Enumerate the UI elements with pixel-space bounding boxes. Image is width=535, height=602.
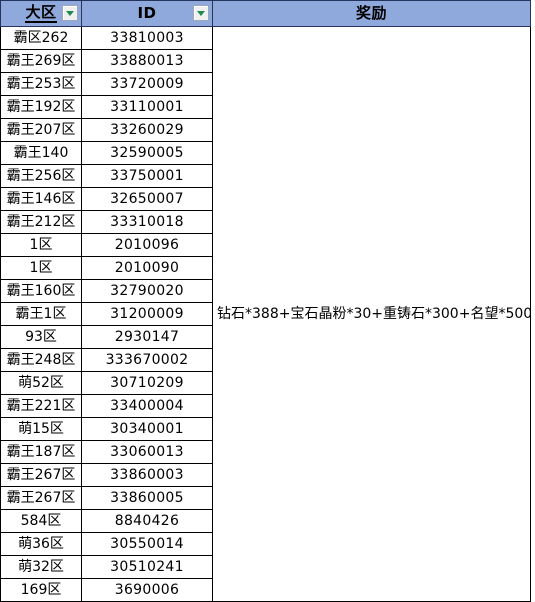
id-cell[interactable]: 33860003 xyxy=(81,463,213,487)
region-cell[interactable]: 霸王221区 xyxy=(0,394,82,418)
column-header-region[interactable]: 大区 xyxy=(0,0,82,27)
region-cell[interactable]: 霸王140 xyxy=(0,141,82,165)
reward-merged-cell[interactable]: 钻石*388+宝石晶粉*30+重铸石*300+名望*500 xyxy=(212,26,531,602)
region-cell[interactable]: 萌32区 xyxy=(0,555,82,579)
column-header-region-label: 大区 xyxy=(25,2,57,23)
region-cell[interactable]: 霸王187区 xyxy=(0,440,82,464)
region-cell[interactable]: 93区 xyxy=(0,325,82,349)
region-cell[interactable]: 584区 xyxy=(0,509,82,533)
id-cell[interactable]: 33750001 xyxy=(81,164,213,188)
column-header-id[interactable]: ID xyxy=(81,0,213,27)
region-cell[interactable]: 萌15区 xyxy=(0,417,82,441)
region-cell[interactable]: 169区 xyxy=(0,578,82,602)
region-cell[interactable]: 霸王1区 xyxy=(0,302,82,326)
region-cell[interactable]: 霸区262 xyxy=(0,26,82,50)
region-cell[interactable]: 霸王267区 xyxy=(0,463,82,487)
region-cell[interactable]: 霸王269区 xyxy=(0,49,82,73)
column-header-reward-label: 奖励 xyxy=(355,4,387,22)
region-cell[interactable]: 萌36区 xyxy=(0,532,82,556)
id-cell[interactable]: 32650007 xyxy=(81,187,213,211)
region-cell[interactable]: 霸王212区 xyxy=(0,210,82,234)
column-header-id-label: ID xyxy=(137,4,157,22)
id-cell[interactable]: 8840426 xyxy=(81,509,213,533)
id-cell[interactable]: 33060013 xyxy=(81,440,213,464)
id-cell[interactable]: 32790020 xyxy=(81,279,213,303)
filter-dropdown-icon-region[interactable] xyxy=(62,5,78,21)
id-cell[interactable]: 2010096 xyxy=(81,233,213,257)
id-cell[interactable]: 30550014 xyxy=(81,532,213,556)
id-cell[interactable]: 30710209 xyxy=(81,371,213,395)
region-cell[interactable]: 1区 xyxy=(0,233,82,257)
region-cell[interactable]: 霸王267区 xyxy=(0,486,82,510)
region-cell[interactable]: 霸王160区 xyxy=(0,279,82,303)
id-cell[interactable]: 333670002 xyxy=(81,348,213,372)
filter-dropdown-icon-id[interactable] xyxy=(193,5,209,21)
id-cell[interactable]: 33110001 xyxy=(81,95,213,119)
region-cell[interactable]: 霸王256区 xyxy=(0,164,82,188)
id-cell[interactable]: 33310018 xyxy=(81,210,213,234)
id-cell[interactable]: 33260029 xyxy=(81,118,213,142)
table-header: 大区 ID 奖励 xyxy=(0,0,531,27)
id-cell[interactable]: 31200009 xyxy=(81,302,213,326)
region-cell[interactable]: 霸王253区 xyxy=(0,72,82,96)
id-cell[interactable]: 33720009 xyxy=(81,72,213,96)
chevron-down-icon xyxy=(66,10,74,16)
id-cell[interactable]: 33400004 xyxy=(81,394,213,418)
id-cell[interactable]: 30510241 xyxy=(81,555,213,579)
region-cell[interactable]: 霸王192区 xyxy=(0,95,82,119)
region-cell[interactable]: 霸王207区 xyxy=(0,118,82,142)
region-cell[interactable]: 萌52区 xyxy=(0,371,82,395)
id-cell[interactable]: 30340001 xyxy=(81,417,213,441)
id-cell[interactable]: 3690006 xyxy=(81,578,213,602)
table-body: 霸区262 33810003 钻石*388+宝石晶粉*30+重铸石*300+名望*5… xyxy=(0,26,531,602)
id-cell[interactable]: 2010090 xyxy=(81,256,213,280)
id-cell[interactable]: 33810003 xyxy=(81,26,213,50)
reward-table: 大区 ID 奖励 霸区262 33810003 钻石*388+宝石晶粉*30+重… xyxy=(0,0,531,602)
header-row: 大区 ID 奖励 xyxy=(0,0,531,27)
column-header-reward[interactable]: 奖励 xyxy=(212,0,531,27)
id-cell[interactable]: 2930147 xyxy=(81,325,213,349)
chevron-down-icon xyxy=(197,10,205,16)
id-cell[interactable]: 33880013 xyxy=(81,49,213,73)
spreadsheet-sheet: 大区 ID 奖励 霸区262 33810003 钻石*388+宝石晶粉*30+重… xyxy=(0,0,535,602)
region-cell[interactable]: 霸王248区 xyxy=(0,348,82,372)
table-row[interactable]: 霸区262 33810003 钻石*388+宝石晶粉*30+重铸石*300+名望*5… xyxy=(0,26,531,602)
id-cell[interactable]: 32590005 xyxy=(81,141,213,165)
id-cell[interactable]: 33860005 xyxy=(81,486,213,510)
region-cell[interactable]: 霸王146区 xyxy=(0,187,82,211)
region-cell[interactable]: 1区 xyxy=(0,256,82,280)
